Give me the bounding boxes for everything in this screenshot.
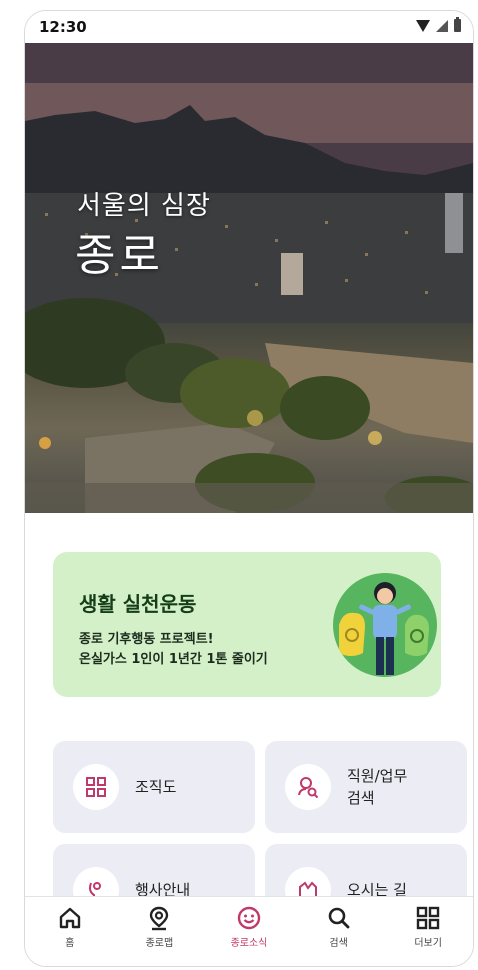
banner-description-line1: 종로 기후행동 프로젝트! <box>79 632 214 647</box>
status-bar: 12:30 <box>25 11 473 43</box>
org-chart-card[interactable]: 조직도 <box>53 741 255 833</box>
status-icons <box>416 17 461 32</box>
staff-search-label-line2: 검색 <box>347 789 375 807</box>
wifi-icon <box>416 19 430 32</box>
recycling-illustration <box>333 573 437 677</box>
nav-news-label: 종로소식 <box>230 938 268 949</box>
bottom-navigation: 홈 종로맵 종로소식 검색 더보기 <box>25 896 473 966</box>
hero-image: 서울의 심장 종로 <box>25 43 473 513</box>
smile-icon <box>237 906 261 930</box>
org-chart-icon <box>73 764 119 810</box>
banner-description-line2: 온실가스 1인이 1년간 1톤 줄이기 <box>79 652 268 667</box>
nav-map[interactable]: 종로맵 <box>115 897 205 966</box>
climate-action-banner[interactable]: 생활 실천운동 종로 기후행동 프로젝트! 온실가스 1인이 1년간 1톤 줄이… <box>53 552 441 697</box>
grid-icon <box>416 906 440 930</box>
nav-more-label: 더보기 <box>414 938 442 949</box>
signal-icon <box>436 19 448 32</box>
staff-search-card[interactable]: 직원/업무 검색 <box>265 741 467 833</box>
battery-icon <box>454 17 461 32</box>
home-icon <box>59 907 80 929</box>
banner-title: 생활 실천운동 <box>79 592 197 616</box>
app-screen: 12:30 서울의 심장 종로 생활 실천운동 종로 기후행동 프로젝트! 온실… <box>24 10 474 967</box>
hero-title: 종로 <box>75 230 164 281</box>
status-time: 12:30 <box>39 18 87 36</box>
nav-more[interactable]: 더보기 <box>383 897 473 966</box>
staff-search-label-line1: 직원/업무 <box>347 767 408 785</box>
hero-subtitle: 서울의 심장 <box>77 191 211 221</box>
person-search-icon <box>285 764 331 810</box>
search-icon <box>328 907 349 929</box>
nav-search[interactable]: 검색 <box>294 897 384 966</box>
nav-news[interactable]: 종로소식 <box>204 897 294 966</box>
nav-map-label: 종로맵 <box>145 938 174 949</box>
nav-search-label: 검색 <box>329 938 348 949</box>
nav-home[interactable]: 홈 <box>25 897 115 966</box>
map-pin-icon <box>150 906 169 931</box>
org-chart-label: 조직도 <box>135 778 177 796</box>
nav-home-label: 홈 <box>65 938 75 949</box>
